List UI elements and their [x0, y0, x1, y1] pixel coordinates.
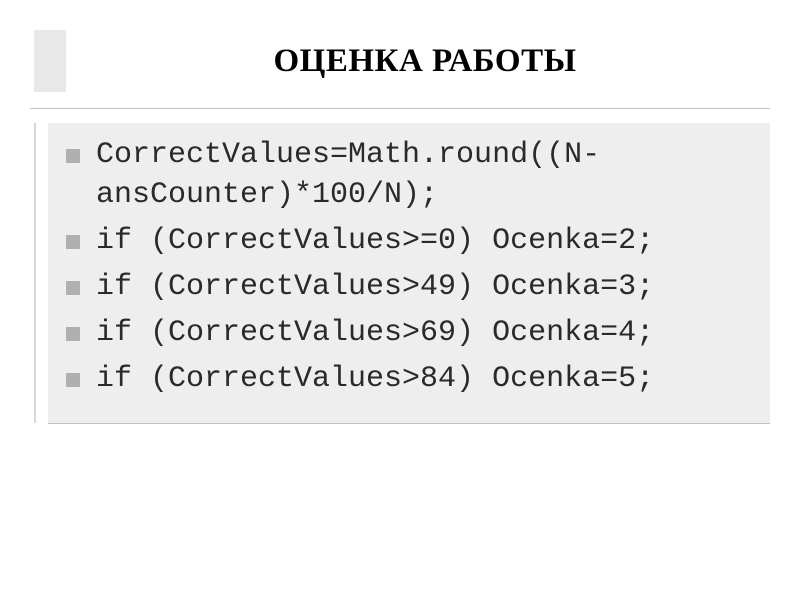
title-region: ОЦЕНКА РАБОТЫ: [20, 30, 780, 98]
list-item: CorrectValues=Math.round((N-ansCounter)*…: [58, 135, 760, 215]
slide: ОЦЕНКА РАБОТЫ CorrectValues=Math.round((…: [0, 0, 800, 600]
content-block: CorrectValues=Math.round((N-ansCounter)*…: [48, 123, 770, 423]
list-item: if (CorrectValues>49) Ocenka=3;: [58, 267, 760, 307]
slide-title: ОЦЕНКА РАБОТЫ: [70, 30, 780, 92]
list-item: if (CorrectValues>69) Ocenka=4;: [58, 313, 760, 353]
title-marker: [34, 30, 66, 92]
divider: [30, 108, 770, 109]
list-item: if (CorrectValues>=0) Ocenka=2;: [58, 221, 760, 261]
list-item: if (CorrectValues>84) Ocenka=5;: [58, 359, 760, 399]
code-list: CorrectValues=Math.round((N-ansCounter)*…: [58, 135, 760, 399]
